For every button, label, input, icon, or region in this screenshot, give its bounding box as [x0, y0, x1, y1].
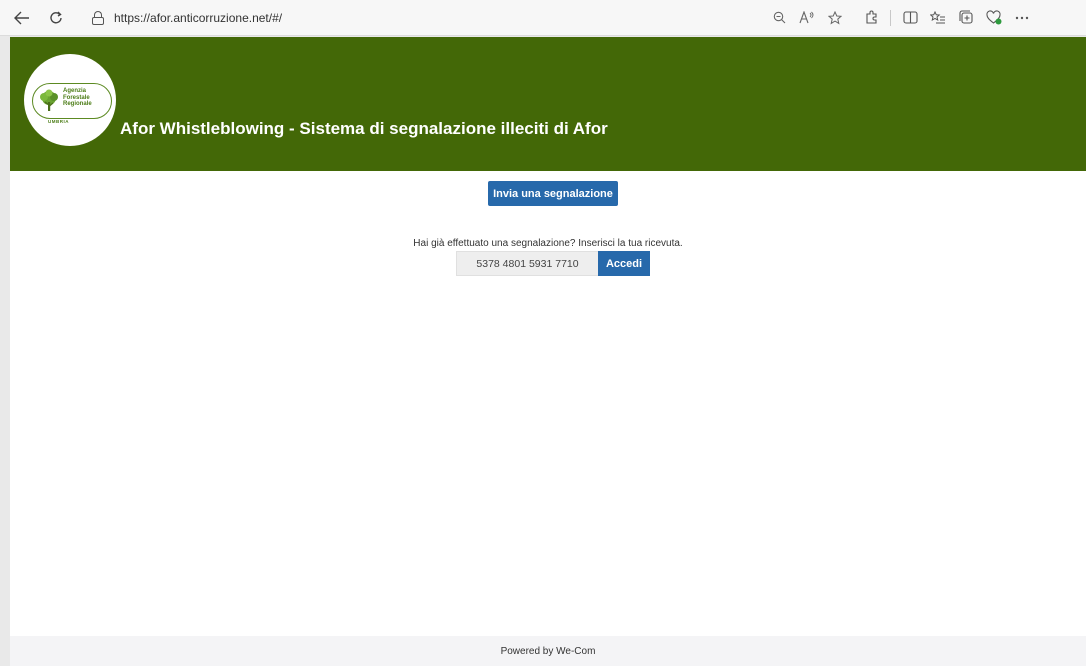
logo-text: Agenzia Forestale Regionale	[63, 88, 92, 108]
receipt-input[interactable]	[456, 251, 598, 276]
logo-region: UMBRIA	[48, 119, 69, 124]
toolbar-divider	[890, 9, 891, 26]
address-url[interactable]: https://afor.anticorruzione.net/#/	[114, 11, 282, 25]
page-footer: Powered by We-Com	[10, 636, 1086, 666]
main-content: Invia una segnalazione Hai già effettuat…	[10, 171, 1086, 636]
lock-icon[interactable]	[92, 10, 104, 25]
site-header: Agenzia Forestale Regionale UMBRIA Afor …	[10, 37, 1086, 171]
browser-toolbar: https://afor.anticorruzione.net/#/	[0, 0, 1086, 36]
split-screen-icon[interactable]	[897, 5, 923, 31]
tree-icon	[40, 89, 58, 111]
favorites-list-icon[interactable]	[925, 5, 951, 31]
more-icon[interactable]	[1009, 5, 1035, 31]
afor-logo[interactable]: Agenzia Forestale Regionale UMBRIA	[24, 54, 116, 146]
browser-essentials-icon[interactable]	[981, 5, 1007, 31]
collections-icon[interactable]	[953, 5, 979, 31]
read-aloud-icon[interactable]	[794, 5, 820, 31]
submit-report-button[interactable]: Invia una segnalazione	[488, 181, 618, 206]
receipt-form: Accedi	[456, 251, 650, 276]
login-button[interactable]: Accedi	[598, 251, 650, 276]
logo-line-regionale: Regionale	[63, 101, 92, 107]
star-icon[interactable]	[822, 5, 848, 31]
page-viewport: Agenzia Forestale Regionale UMBRIA Afor …	[10, 37, 1086, 666]
page-title: Afor Whistleblowing - Sistema di segnala…	[120, 119, 608, 138]
reload-icon[interactable]	[42, 4, 70, 32]
extensions-icon[interactable]	[858, 5, 884, 31]
back-arrow-icon[interactable]	[8, 4, 36, 32]
logo-badge: Agenzia Forestale Regionale	[32, 83, 112, 119]
address-bar[interactable]: https://afor.anticorruzione.net/#/	[82, 3, 854, 32]
receipt-prompt: Hai già effettuato una segnalazione? Ins…	[413, 238, 683, 249]
zoom-out-icon[interactable]	[766, 5, 792, 31]
footer-text: Powered by We-Com	[500, 645, 596, 657]
